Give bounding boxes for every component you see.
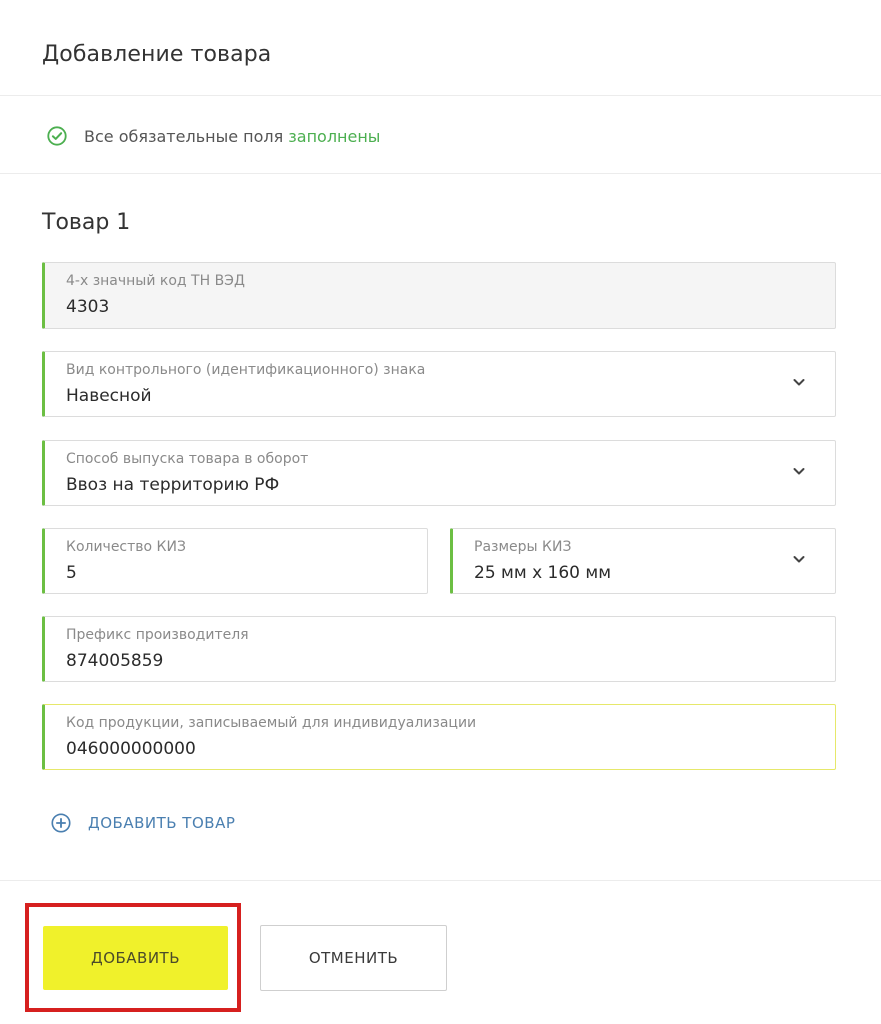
field-value: Ввоз на территорию РФ xyxy=(66,475,280,495)
field-label: Код продукции, записываемый для индивиду… xyxy=(66,715,477,731)
chevron-down-icon[interactable] xyxy=(791,463,807,479)
product-section-title: Товар 1 xyxy=(42,210,131,235)
status-text: Все обязательные поля xyxy=(84,126,284,146)
field-value: 874005859 xyxy=(66,651,164,671)
field-value: Навесной xyxy=(66,386,152,406)
add-product-label: ДОБАВИТЬ ТОВАР xyxy=(88,814,236,832)
chevron-down-icon[interactable] xyxy=(791,551,807,567)
field-label: Префикс производителя xyxy=(66,627,249,643)
check-circle-icon xyxy=(47,126,67,146)
field-value: 046000000000 xyxy=(66,739,196,759)
plus-circle-icon xyxy=(51,813,71,833)
tnved-code-field[interactable]: 4-х значный код ТН ВЭД 4303 xyxy=(42,262,836,329)
field-label: Количество КИЗ xyxy=(66,539,186,555)
cancel-button[interactable]: ОТМЕНИТЬ xyxy=(260,925,447,991)
manufacturer-prefix-field[interactable]: Префикс производителя 874005859 xyxy=(42,616,836,682)
status-divider xyxy=(0,173,881,174)
product-code-field[interactable]: Код продукции, записываемый для индивиду… xyxy=(42,704,836,770)
field-label: 4-х значный код ТН ВЭД xyxy=(66,273,245,289)
header-divider xyxy=(0,95,881,96)
status-accent: заполнены xyxy=(288,126,381,146)
required-fields-status: Все обязательные поля заполнены xyxy=(46,122,380,150)
submit-button[interactable]: ДОБАВИТЬ xyxy=(43,926,228,990)
kiz-size-select[interactable]: Размеры КИЗ 25 мм x 160 мм xyxy=(450,528,836,594)
kiz-count-field[interactable]: Количество КИЗ 5 xyxy=(42,528,428,594)
page-title: Добавление товара xyxy=(42,42,272,67)
footer-divider xyxy=(0,880,881,881)
sign-type-select[interactable]: Вид контрольного (идентификационного) зн… xyxy=(42,351,836,417)
field-label: Способ выпуска товара в оборот xyxy=(66,451,309,467)
release-method-select[interactable]: Способ выпуска товара в оборот Ввоз на т… xyxy=(42,440,836,506)
field-label: Размеры КИЗ xyxy=(474,539,572,555)
field-value: 5 xyxy=(66,563,77,583)
field-label: Вид контрольного (идентификационного) зн… xyxy=(66,362,426,378)
chevron-down-icon[interactable] xyxy=(791,374,807,390)
field-value: 25 мм x 160 мм xyxy=(474,563,612,583)
field-value: 4303 xyxy=(66,297,110,317)
add-product-link[interactable]: ДОБАВИТЬ ТОВАР xyxy=(50,812,235,834)
